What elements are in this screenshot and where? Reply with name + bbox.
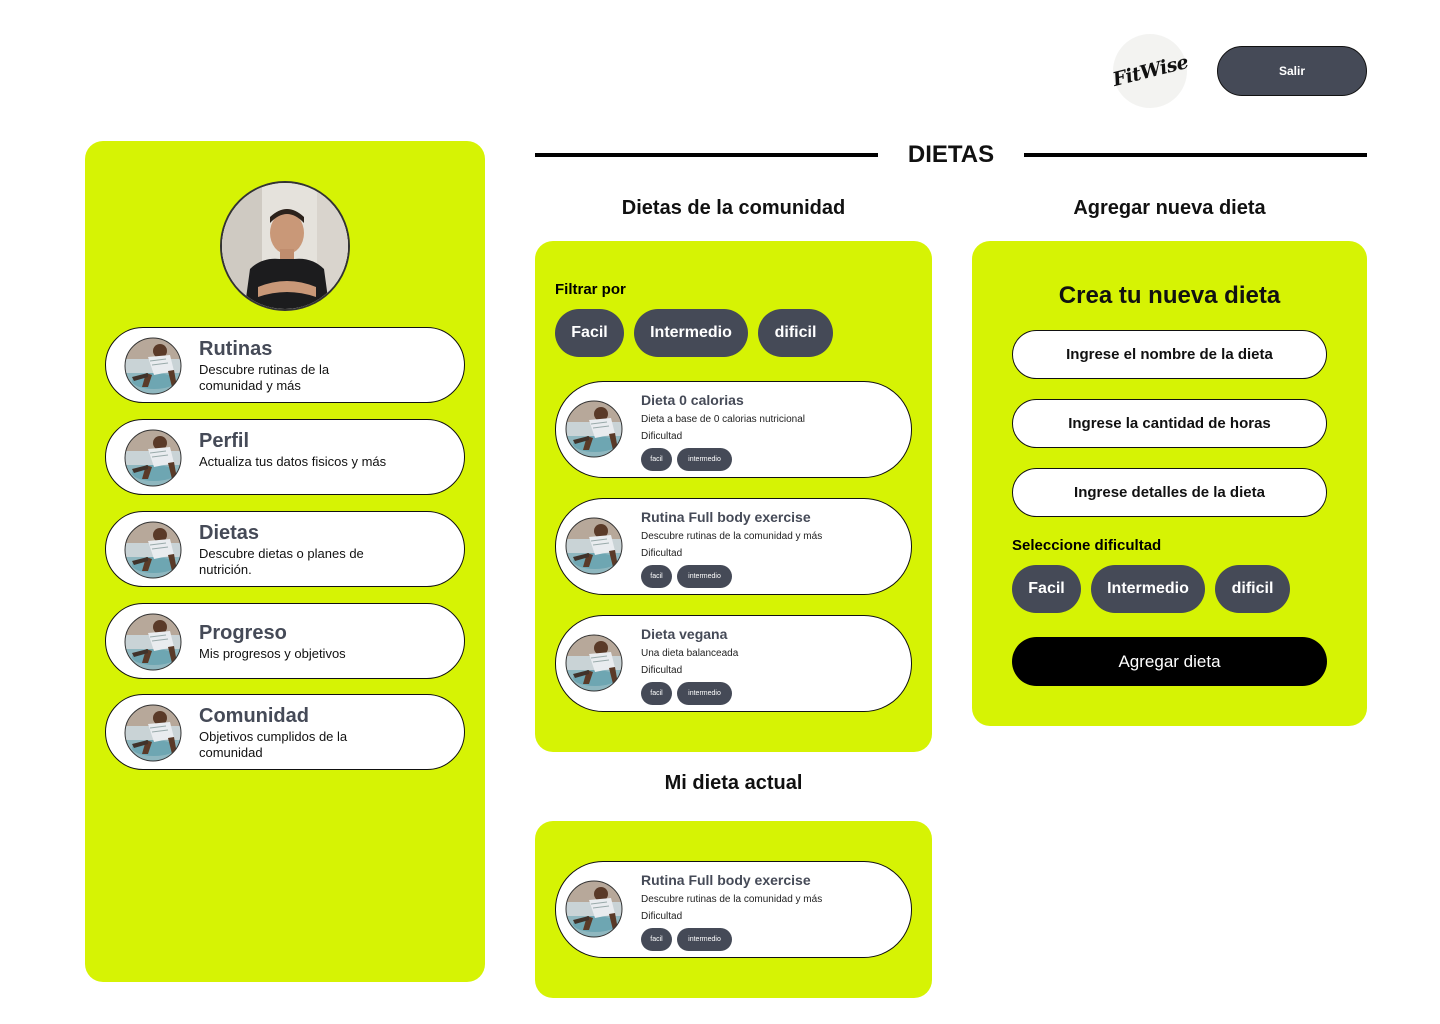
add-diet-title: Agregar nueva dieta xyxy=(1073,197,1266,219)
sidebar-item-title: Comunidad xyxy=(199,705,309,727)
current-diet-card[interactable]: Rutina Full body exercise Descubre rutin… xyxy=(555,861,912,958)
tag-intermedio[interactable]: intermedio xyxy=(677,448,732,471)
fitwise-logo: FitWise xyxy=(1109,34,1191,108)
sidebar-item-title: Dietas xyxy=(199,522,260,544)
diet-card-title: Rutina Full body exercise xyxy=(641,509,811,525)
tag-intermedio[interactable]: intermedio xyxy=(677,928,732,951)
diet-thumbnail xyxy=(565,400,623,458)
select-difficulty-label: Seleccione dificultad xyxy=(1012,537,1162,554)
difficulty-dificil-button[interactable]: dificil xyxy=(1215,565,1290,613)
difficulty-label: Dificultad xyxy=(641,548,683,559)
sidebar-item-title: Progreso xyxy=(199,622,287,644)
filter-facil-button[interactable]: Facil xyxy=(555,309,624,357)
difficulty-label: Dificultad xyxy=(641,431,683,442)
sidebar-item-progreso[interactable]: Progreso Mis progresos y objetivos xyxy=(105,603,465,679)
logout-button[interactable]: Salir xyxy=(1217,46,1367,96)
tag-intermedio[interactable]: intermedio xyxy=(677,565,732,588)
sidebar-item-title: Rutinas xyxy=(199,338,273,360)
diet-card[interactable]: Dieta 0 calorias Dieta a base de 0 calor… xyxy=(555,381,912,478)
diet-card-desc: Descubre rutinas de la comunidad y más xyxy=(641,894,823,905)
difficulty-intermedio-button[interactable]: Intermedio xyxy=(1091,565,1205,613)
difficulty-label: Dificultad xyxy=(641,665,683,676)
diet-card-desc: Dieta a base de 0 calorias nutricional xyxy=(641,414,805,425)
add-diet-button[interactable]: Agregar dieta xyxy=(1012,637,1327,686)
tag-facil[interactable]: facil xyxy=(641,682,672,705)
diet-card-desc: Descubre rutinas de la comunidad y más xyxy=(641,531,823,542)
sidebar-item-perfil[interactable]: Perfil Actualiza tus datos fisicos y más xyxy=(105,419,465,495)
community-title: Dietas de la comunidad xyxy=(621,197,846,219)
tag-facil[interactable]: facil xyxy=(641,928,672,951)
sidebar-item-desc: Descubre rutinas de la comunidad y más xyxy=(199,362,330,393)
workout-thumbnail xyxy=(124,429,182,487)
title-divider-right xyxy=(1024,153,1367,157)
difficulty-label: Dificultad xyxy=(641,911,683,922)
diet-details-input[interactable] xyxy=(1012,468,1327,517)
diet-card-title: Dieta 0 calorias xyxy=(641,392,744,408)
workout-thumbnail xyxy=(124,704,182,762)
tag-facil[interactable]: facil xyxy=(641,448,672,471)
tag-facil[interactable]: facil xyxy=(641,565,672,588)
diet-card-desc: Una dieta balanceada xyxy=(641,648,739,659)
sidebar-item-comunidad[interactable]: Comunidad Objetivos cumplidos de la comu… xyxy=(105,694,465,770)
current-diet-title: Mi dieta actual xyxy=(664,772,803,794)
diet-name-input[interactable] xyxy=(1012,330,1327,379)
user-avatar[interactable] xyxy=(220,181,350,311)
page-title: DIETAS xyxy=(907,141,995,168)
tag-intermedio[interactable]: intermedio xyxy=(677,682,732,705)
difficulty-facil-button[interactable]: Facil xyxy=(1012,565,1081,613)
workout-thumbnail xyxy=(124,337,182,395)
diet-thumbnail xyxy=(565,517,623,575)
diet-thumbnail xyxy=(565,880,623,938)
filter-dificil-button[interactable]: dificil xyxy=(758,309,833,357)
sidebar-item-desc: Actualiza tus datos fisicos y más xyxy=(199,454,387,469)
sidebar-item-desc: Objetivos cumplidos de la comunidad xyxy=(199,729,348,760)
sidebar-item-rutinas[interactable]: Rutinas Descubre rutinas de la comunidad… xyxy=(105,327,465,403)
sidebar-item-desc: Mis progresos y objetivos xyxy=(199,646,346,661)
filter-intermedio-button[interactable]: Intermedio xyxy=(634,309,748,357)
diet-card[interactable]: Rutina Full body exercise Descubre rutin… xyxy=(555,498,912,595)
diet-card-title: Rutina Full body exercise xyxy=(641,872,811,888)
workout-thumbnail xyxy=(124,613,182,671)
sidebar-item-title: Perfil xyxy=(199,430,250,452)
form-title: Crea tu nueva dieta xyxy=(1058,282,1281,309)
sidebar-item-desc: Descubre dietas o planes de nutrición. xyxy=(199,546,364,577)
title-divider-left xyxy=(535,153,878,157)
diet-card[interactable]: Dieta vegana Una dieta balanceada Dificu… xyxy=(555,615,912,712)
diet-card-title: Dieta vegana xyxy=(641,626,728,642)
hours-input[interactable] xyxy=(1012,399,1327,448)
workout-thumbnail xyxy=(124,521,182,579)
diet-thumbnail xyxy=(565,634,623,692)
logo-text: FitWise xyxy=(1109,51,1191,91)
sidebar-item-dietas[interactable]: Dietas Descubre dietas o planes de nutri… xyxy=(105,511,465,587)
filter-label: Filtrar por xyxy=(555,281,626,298)
